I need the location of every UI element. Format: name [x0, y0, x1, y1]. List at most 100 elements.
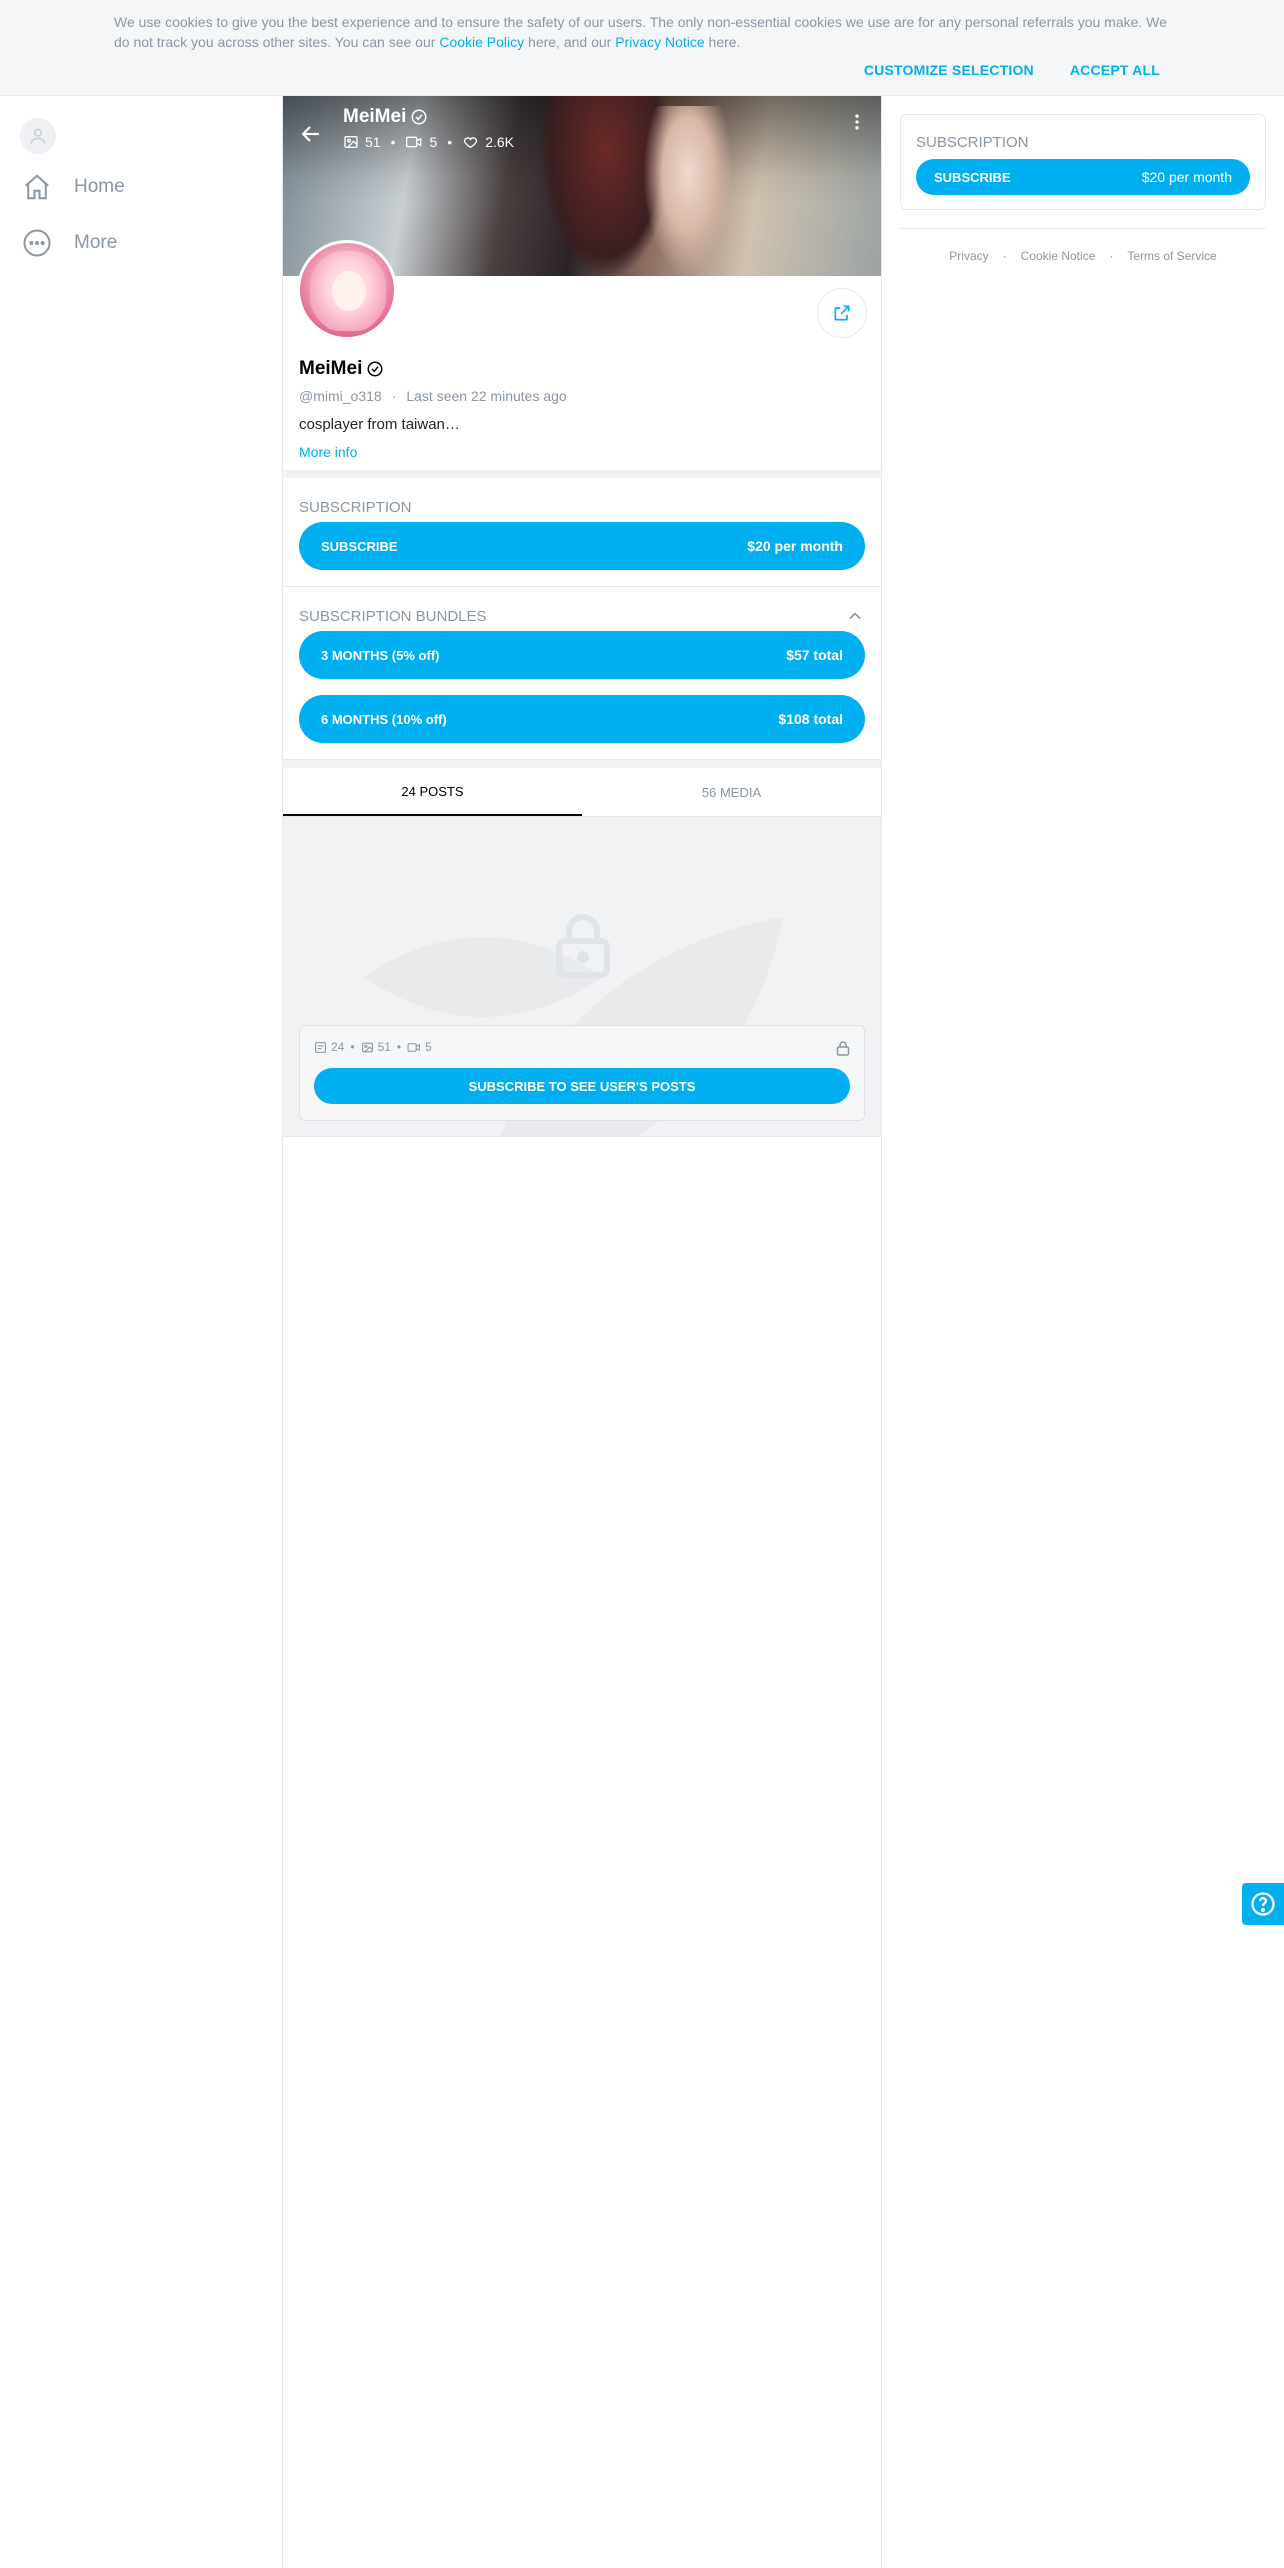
bundle-3-months-button[interactable]: 3 MONTHS (5% off) $57 total [299, 631, 865, 679]
locked-photos-count: 51 [361, 1040, 391, 1054]
cover-name-text: MeiMei [343, 106, 407, 127]
locked-posts-card: 24 • 51 • 5 SUBSCRIBE TO SEE USER'S POST… [299, 1025, 865, 1121]
separator-dot: · [391, 388, 397, 404]
footer-links: Privacy · Cookie Notice · Terms of Servi… [900, 249, 1266, 263]
bundle-label: 6 MONTHS (10% off) [321, 711, 447, 727]
sidebar-item-label: More [74, 232, 118, 253]
image-icon [361, 1042, 373, 1052]
sidebar-item-home[interactable]: Home [22, 172, 125, 202]
privacy-link[interactable]: Privacy [949, 249, 988, 263]
user-avatar[interactable] [20, 118, 56, 154]
verified-icon [411, 109, 427, 125]
locked-posts-area: 24 • 51 • 5 SUBSCRIBE TO SEE USER'S POST… [283, 817, 881, 1137]
subscription-title: SUBSCRIPTION [299, 478, 865, 522]
likes-count-value: 2.6K [485, 134, 514, 150]
more-info-link[interactable]: More info [299, 444, 357, 460]
separator-dot: • [447, 134, 453, 150]
lock-icon [556, 914, 610, 978]
separator-dot: · [1109, 249, 1114, 263]
subscription-section: SUBSCRIPTION SUBSCRIBE $20 per month [283, 478, 881, 587]
locked-photos-value: 51 [377, 1040, 391, 1054]
small-lock-icon [836, 1041, 850, 1056]
separator-dot: • [390, 134, 396, 150]
profile-name: MeiMei [299, 358, 384, 380]
locked-posts-value: 24 [331, 1040, 345, 1054]
cookie-actions: CUSTOMIZE SELECTION ACCEPT ALL [864, 62, 1160, 78]
heart-icon [464, 137, 478, 149]
last-seen: Last seen 22 minutes ago [406, 388, 567, 404]
bundles-section: SUBSCRIPTION BUNDLES 3 MONTHS (5% off) $… [283, 587, 881, 760]
video-icon [407, 1042, 421, 1052]
help-button[interactable] [1242, 1883, 1284, 1925]
subscribe-price: $20 per month [747, 538, 843, 554]
more-circle-icon [23, 229, 51, 257]
help-icon [1251, 1892, 1275, 1916]
cover-name: MeiMei [343, 106, 514, 128]
cover-title-block: MeiMei 51 • 5 • 2.6K [343, 106, 514, 150]
cookie-policy-link[interactable]: Cookie Policy [439, 34, 524, 50]
tab-posts[interactable]: 24 POSTS [283, 768, 582, 816]
content-tabs: 24 POSTS 56 MEDIA [283, 760, 881, 817]
terms-of-service-link[interactable]: Terms of Service [1127, 249, 1216, 263]
subscribe-button-label: SUBSCRIBE [321, 538, 398, 554]
cover-figure-shape [643, 106, 733, 276]
image-icon [344, 136, 358, 148]
bundle-price: $57 total [786, 647, 843, 663]
separator-dot: • [350, 1040, 355, 1054]
right-subscribe-price: $20 per month [1141, 169, 1232, 185]
right-column: SUBSCRIPTION SUBSCRIBE $20 per month Pri… [900, 114, 1266, 263]
right-subscription-card: SUBSCRIPTION SUBSCRIBE $20 per month [900, 114, 1266, 210]
bundle-label: 3 MONTHS (5% off) [321, 647, 440, 663]
main-column: MeiMei 51 • 5 • 2.6K MeiMei @mimi_o318 ·… [282, 96, 882, 2568]
photos-count: 51 [343, 134, 381, 150]
cookie-text: We use cookies to give you the best expe… [114, 12, 1174, 52]
back-arrow-icon[interactable] [299, 122, 323, 146]
share-icon [834, 305, 850, 321]
cover-header: MeiMei 51 • 5 • 2.6K [299, 106, 514, 150]
subscribe-button[interactable]: SUBSCRIBE $20 per month [299, 522, 865, 570]
home-icon [25, 174, 49, 200]
privacy-notice-link[interactable]: Privacy Notice [615, 34, 704, 50]
right-subscribe-label: SUBSCRIBE [934, 169, 1011, 185]
separator-dot: • [396, 1040, 402, 1054]
sidebar-item-label: Home [74, 176, 125, 197]
profile-header: MeiMei @mimi_o318 · Last seen 22 minutes… [283, 240, 881, 478]
cookie-notice-link[interactable]: Cookie Notice [1021, 249, 1096, 263]
bundle-6-months-button[interactable]: 6 MONTHS (10% off) $108 total [299, 695, 865, 743]
videos-count-value: 5 [429, 134, 438, 150]
more-vertical-icon[interactable] [847, 112, 867, 132]
video-icon [406, 136, 422, 148]
post-icon [315, 1041, 326, 1053]
profile-meta: @mimi_o318 · Last seen 22 minutes ago [299, 388, 567, 404]
user-icon [30, 128, 46, 144]
cookie-text-part: here, and our [524, 34, 616, 50]
verified-icon [367, 361, 383, 377]
right-subscribe-button[interactable]: SUBSCRIBE $20 per month [916, 159, 1250, 195]
locked-videos-value: 5 [425, 1040, 432, 1054]
separator-dot: · [1002, 249, 1007, 263]
cookie-text-part: here. [704, 34, 741, 50]
locked-stats: 24 • 51 • 5 [314, 1040, 432, 1054]
share-button[interactable] [817, 288, 867, 338]
sidebar-item-more[interactable]: More [22, 228, 117, 258]
profile-bio: cosplayer from taiwan… [299, 416, 460, 433]
chevron-up-icon[interactable] [845, 606, 865, 626]
cover-stats: 51 • 5 • 2.6K [343, 134, 514, 150]
right-divider [900, 228, 1266, 229]
locked-posts-count: 24 [314, 1040, 344, 1054]
locked-videos-count: 5 [407, 1040, 432, 1054]
profile-avatar[interactable] [297, 240, 397, 340]
right-subscription-title: SUBSCRIPTION [916, 115, 1250, 159]
accept-all-button[interactable]: ACCEPT ALL [1070, 62, 1160, 78]
cookie-banner: We use cookies to give you the best expe… [0, 0, 1284, 96]
tab-media[interactable]: 56 MEDIA [582, 768, 881, 816]
profile-handle: @mimi_o318 [299, 388, 382, 404]
subscribe-to-see-posts-button[interactable]: SUBSCRIBE TO SEE USER'S POSTS [314, 1068, 850, 1104]
likes-count: 2.6K [462, 134, 514, 150]
right-subscription-title-text: SUBSCRIPTION [916, 133, 1029, 151]
customize-selection-button[interactable]: CUSTOMIZE SELECTION [864, 62, 1034, 78]
bundles-title: SUBSCRIPTION BUNDLES [299, 587, 865, 631]
profile-name-text: MeiMei [299, 358, 363, 379]
bundle-price: $108 total [778, 711, 843, 727]
photos-count-value: 51 [365, 134, 381, 150]
